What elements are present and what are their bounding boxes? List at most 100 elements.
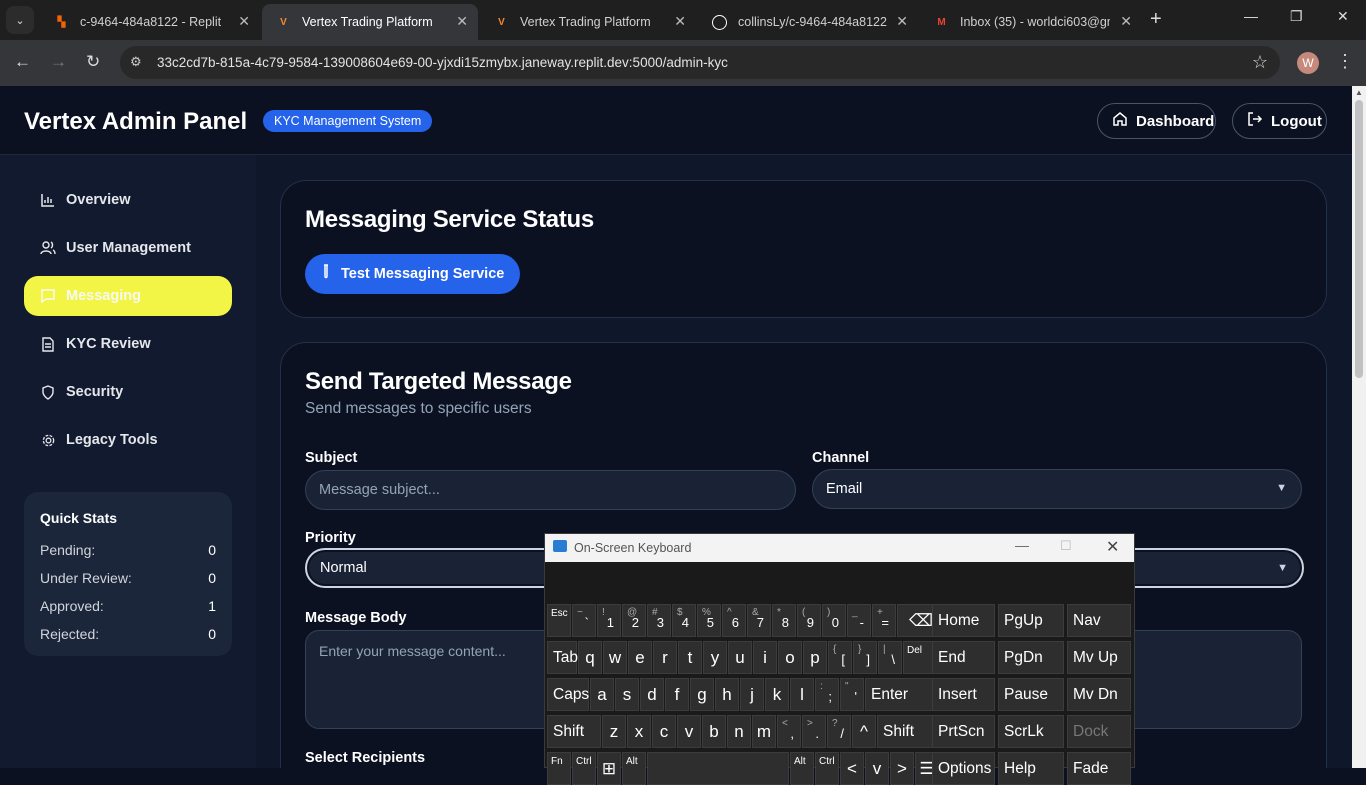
osk-key[interactable]: x [627, 715, 651, 748]
site-info-icon[interactable]: ⚙ [130, 54, 142, 70]
tab-search-icon[interactable]: ⌄ [6, 6, 34, 34]
forward-icon[interactable]: → [50, 52, 67, 72]
close-icon[interactable]: ✕ [238, 13, 250, 30]
osk-key[interactable]: Alt [790, 752, 814, 785]
osk-key[interactable]: #3 [647, 604, 671, 637]
osk-key[interactable]: d [640, 678, 664, 711]
osk-key[interactable]: " ' [840, 678, 864, 711]
osk-key[interactable]: ^ 6 [722, 604, 746, 637]
osk-key[interactable]: f [665, 678, 689, 711]
osk-nav-key[interactable]: Mv Up [1067, 641, 1131, 674]
osk-key[interactable] [647, 752, 789, 785]
close-icon[interactable]: ✕ [674, 13, 686, 30]
osk-key[interactable]: Ctrl [572, 752, 596, 785]
osk-key[interactable]: }] [853, 641, 877, 674]
close-icon[interactable]: ✕ [456, 13, 468, 30]
osk-nav-key[interactable]: Dock [1067, 715, 1131, 748]
osk-key[interactable]: _ - [847, 604, 871, 637]
osk-key[interactable]: o [778, 641, 802, 674]
page-scrollbar[interactable]: ▲ [1352, 86, 1366, 768]
osk-key[interactable]: <, [777, 715, 801, 748]
logout-button[interactable]: Logout [1232, 103, 1327, 139]
osk-key[interactable]: {[ [828, 641, 852, 674]
osk-key[interactable]: t [678, 641, 702, 674]
sidebar-item-overview[interactable]: Overview [24, 180, 232, 220]
osk-key[interactable]: > [890, 752, 914, 785]
osk-key[interactable]: n [727, 715, 751, 748]
dashboard-button[interactable]: Dashboard [1097, 103, 1216, 139]
bookmark-star-icon[interactable]: ☆ [1252, 52, 1268, 73]
sidebar-item-user-management[interactable]: User Management [24, 228, 232, 268]
osk-key[interactable]: >. [802, 715, 826, 748]
browser-tab[interactable]: V Vertex Trading Platform ✕ [480, 4, 696, 40]
osk-nav-key[interactable]: End [932, 641, 995, 674]
sidebar-item-security[interactable]: Security [24, 372, 232, 412]
osk-nav-key[interactable]: Options [932, 752, 995, 785]
window-close-icon[interactable]: ✕ [1337, 8, 1349, 25]
sidebar-item-kyc-review[interactable]: KYC Review [24, 324, 232, 364]
osk-key[interactable]: (9 [797, 604, 821, 637]
osk-nav-key[interactable]: PgUp [998, 604, 1064, 637]
osk-key[interactable]: + = [872, 604, 896, 637]
sidebar-item-messaging[interactable]: Messaging [24, 276, 232, 316]
osk-nav-key[interactable]: Fade [1067, 752, 1131, 785]
osk-key[interactable]: r [653, 641, 677, 674]
osk-key[interactable]: ~ ` [572, 604, 596, 637]
close-icon[interactable]: ✕ [1120, 13, 1132, 30]
sidebar-item-legacy-tools[interactable]: Legacy Tools [24, 420, 232, 460]
osk-key[interactable]: Ctrl [815, 752, 839, 785]
osk-key[interactable]: :; [815, 678, 839, 711]
osk-key[interactable]: Esc [547, 604, 571, 637]
osk-key[interactable]: p [803, 641, 827, 674]
osk-key[interactable]: Caps [547, 678, 589, 711]
osk-key[interactable]: & 7 [747, 604, 771, 637]
restore-icon[interactable]: ❐ [1290, 8, 1303, 25]
osk-key[interactable]: y [703, 641, 727, 674]
osk-key[interactable]: ) 0 [822, 604, 846, 637]
osk-key[interactable]: j [740, 678, 764, 711]
osk-key[interactable]: @2 [622, 604, 646, 637]
osk-key[interactable]: w [603, 641, 627, 674]
osk-key[interactable]: g [690, 678, 714, 711]
test-messaging-button[interactable]: Test Messaging Service [305, 254, 521, 294]
osk-key[interactable]: ! 1 [597, 604, 621, 637]
osk-nav-key[interactable]: Pause [998, 678, 1064, 711]
browser-tab[interactable]: ▚ c-9464-484a8122 - Replit ✕ [40, 4, 260, 40]
address-bar[interactable]: ⚙ 33c2cd7b-815a-4c79-9584-139008604e69-0… [120, 46, 1280, 79]
osk-key[interactable]: v [865, 752, 889, 785]
subject-input[interactable]: Message subject... [305, 470, 796, 510]
osk-nav-key[interactable]: Insert [932, 678, 995, 711]
osk-key[interactable]: Alt [622, 752, 646, 785]
osk-key[interactable]: * 8 [772, 604, 796, 637]
osk-nav-key[interactable]: Nav [1067, 604, 1131, 637]
osk-nav-key[interactable]: Help [998, 752, 1064, 785]
reload-icon[interactable]: ↻ [86, 52, 100, 72]
osk-nav-key[interactable]: PgDn [998, 641, 1064, 674]
osk-nav-key[interactable]: Home [932, 604, 995, 637]
more-menu-icon[interactable]: ⋮ [1336, 51, 1354, 72]
osk-key[interactable]: | \ [878, 641, 902, 674]
minimize-icon[interactable]: — [1244, 8, 1258, 24]
browser-tab-active[interactable]: V Vertex Trading Platform ✕ [262, 4, 478, 40]
osk-nav-key[interactable]: Mv Dn [1067, 678, 1131, 711]
osk-key[interactable]: ? / [827, 715, 851, 748]
channel-select[interactable]: Email ▼ [812, 469, 1302, 509]
osk-key[interactable]: a [590, 678, 614, 711]
osk-key[interactable]: z [602, 715, 626, 748]
osk-key[interactable]: l [790, 678, 814, 711]
osk-key[interactable]: Shift [547, 715, 601, 748]
osk-key[interactable]: % 5 [697, 604, 721, 637]
osk-key[interactable]: q [578, 641, 602, 674]
new-tab-icon[interactable]: + [1150, 8, 1162, 31]
close-icon[interactable]: ✕ [896, 13, 908, 30]
back-icon[interactable]: ← [14, 52, 31, 72]
osk-key[interactable]: v [677, 715, 701, 748]
osk-key[interactable]: b [702, 715, 726, 748]
osk-key[interactable]: u [728, 641, 752, 674]
osk-key[interactable]: i [753, 641, 777, 674]
osk-key[interactable]: c [652, 715, 676, 748]
profile-avatar[interactable]: W [1297, 52, 1319, 74]
url-text[interactable]: 33c2cd7b-815a-4c79-9584-139008604e69-00-… [157, 55, 728, 70]
osk-nav-key[interactable]: ScrLk [998, 715, 1064, 748]
osk-key[interactable]: Tab [547, 641, 578, 674]
